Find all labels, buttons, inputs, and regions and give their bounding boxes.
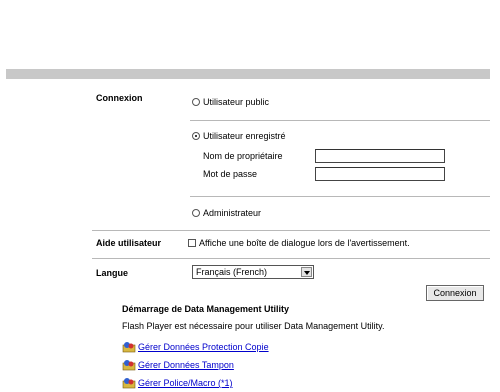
warning-dialog-label: Affiche une boîte de dialogue lors de l'… <box>199 238 410 248</box>
public-user-label: Utilisateur public <box>203 97 270 107</box>
dmu-title: Démarrage de Data Management Utility <box>122 304 290 314</box>
divider <box>190 120 490 121</box>
language-section-label: Langue <box>96 268 129 278</box>
password-input[interactable] <box>315 167 445 181</box>
divider <box>190 196 490 197</box>
password-label: Mot de passe <box>203 169 258 179</box>
dmu-link-font-macro[interactable]: Gérer Police/Macro (*1) <box>138 378 233 388</box>
login-section-label: Connexion <box>96 93 143 103</box>
dmu-note: Flash Player est nécessaire pour utilise… <box>122 321 385 331</box>
help-section-label: Aide utilisateur <box>96 238 162 248</box>
divider <box>92 258 490 259</box>
language-selected-value: Français (French) <box>196 267 268 277</box>
divider <box>92 230 490 231</box>
registered-user-label: Utilisateur enregistré <box>203 131 286 141</box>
data-management-icon <box>122 378 136 389</box>
registered-user-radio[interactable] <box>192 132 200 140</box>
public-user-radio[interactable] <box>192 98 200 106</box>
warning-dialog-checkbox[interactable] <box>188 239 196 247</box>
connect-button[interactable]: Connexion <box>426 285 484 301</box>
chevron-down-icon <box>301 267 312 277</box>
owner-name-input[interactable] <box>315 149 445 163</box>
admin-radio[interactable] <box>192 209 200 217</box>
owner-name-label: Nom de propriétaire <box>203 151 283 161</box>
dmu-link-copy-protection[interactable]: Gérer Données Protection Copie <box>138 342 269 352</box>
dmu-link-stamp[interactable]: Gérer Données Tampon <box>138 360 234 370</box>
data-management-icon <box>122 342 136 353</box>
admin-label: Administrateur <box>203 208 262 218</box>
data-management-icon <box>122 360 136 371</box>
language-select[interactable]: Français (French) <box>192 265 314 279</box>
header-bar <box>6 69 490 79</box>
